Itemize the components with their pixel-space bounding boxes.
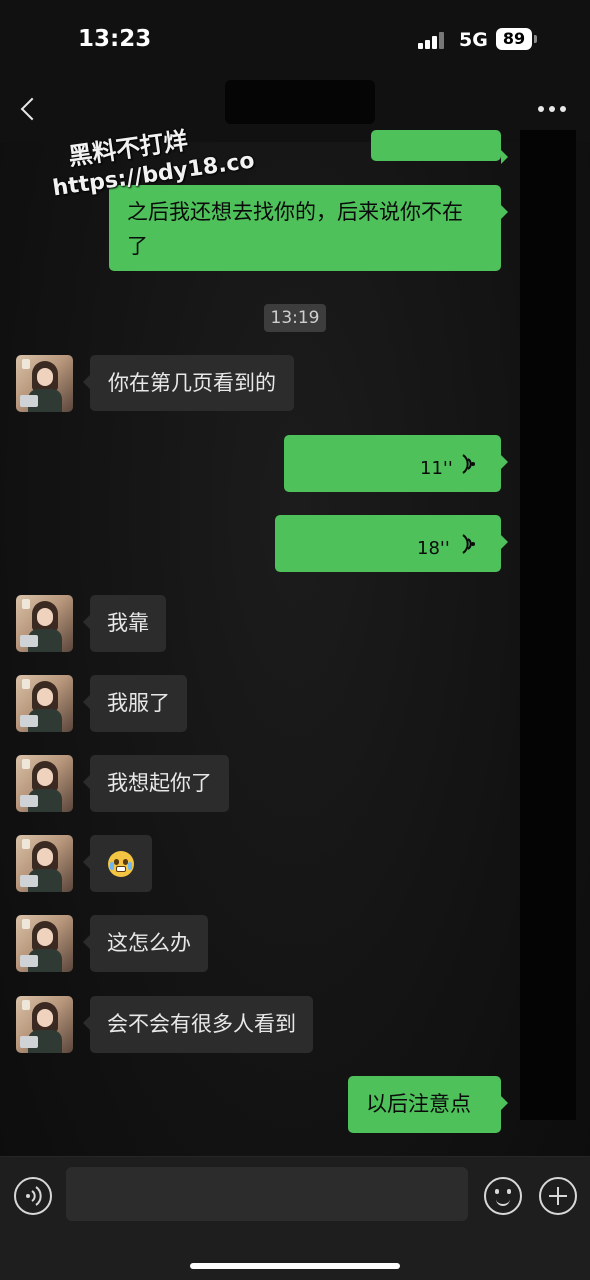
message-bubble-received[interactable]: 会不会有很多人看到 bbox=[83, 996, 313, 1053]
voice-duration: 18'' bbox=[417, 538, 450, 559]
voice-duration: 11'' bbox=[420, 458, 453, 479]
network-type: 5G bbox=[459, 29, 488, 51]
message-bubble-received[interactable]: 你在第几页看到的 bbox=[83, 355, 294, 411]
more-icon[interactable] bbox=[538, 106, 568, 114]
voice-message-bubble[interactable]: 11'' bbox=[284, 435, 508, 492]
redaction-strip bbox=[520, 130, 576, 1120]
home-indicator bbox=[190, 1263, 400, 1269]
avatar[interactable] bbox=[16, 996, 73, 1053]
status-time: 13:23 bbox=[78, 26, 152, 52]
avatar[interactable] bbox=[16, 755, 73, 812]
avatar[interactable] bbox=[16, 835, 73, 892]
message-text: 你在第几页看到的 bbox=[108, 371, 276, 395]
message-bubble-received[interactable]: 这怎么办 bbox=[83, 915, 208, 972]
signal-icon bbox=[418, 31, 448, 49]
battery-tip bbox=[534, 35, 537, 43]
message-text: 会不会有很多人看到 bbox=[107, 1012, 296, 1036]
message-bubble-sent[interactable]: 之后我还想去找你的，后来说你不在了 bbox=[109, 185, 508, 271]
voice-wave-icon bbox=[462, 534, 475, 554]
back-icon[interactable] bbox=[20, 97, 44, 121]
message-text: 我服了 bbox=[107, 691, 170, 715]
nav-bar bbox=[0, 80, 590, 142]
status-bar: 13:23 5G 89 bbox=[0, 0, 590, 80]
message-bubble-received[interactable]: 我靠 bbox=[83, 595, 166, 652]
voice-wave-icon bbox=[26, 1186, 42, 1206]
message-bubble-partial[interactable] bbox=[371, 130, 508, 164]
voice-wave-icon bbox=[462, 454, 475, 474]
avatar[interactable] bbox=[16, 915, 73, 972]
avatar[interactable] bbox=[16, 355, 73, 412]
message-bubble-sent[interactable]: 以后注意点 bbox=[348, 1076, 508, 1133]
voice-input-icon[interactable] bbox=[14, 1177, 52, 1215]
message-text: 我靠 bbox=[107, 611, 149, 635]
message-text: 之后我还想去找你的，后来说你不在了 bbox=[127, 200, 463, 258]
chat-screen: 13:23 5G 89 黑料不打烊 https://bdy18.co 之后我还想… bbox=[0, 0, 590, 1280]
add-icon[interactable] bbox=[539, 1177, 577, 1215]
message-bubble-received[interactable]: 我服了 bbox=[83, 675, 187, 732]
voice-message-bubble[interactable]: 18'' bbox=[275, 515, 508, 572]
avatar[interactable] bbox=[16, 675, 73, 732]
message-bubble-received[interactable]: 我想起你了 bbox=[83, 755, 229, 812]
worried-face-emoji bbox=[108, 851, 134, 877]
emoji-icon[interactable] bbox=[484, 1177, 522, 1215]
timestamp-chip: 13:19 bbox=[264, 304, 326, 332]
message-text: 这怎么办 bbox=[107, 931, 191, 955]
message-text: 以后注意点 bbox=[366, 1092, 471, 1116]
input-bar bbox=[0, 1156, 590, 1280]
message-input[interactable] bbox=[66, 1167, 468, 1221]
avatar[interactable] bbox=[16, 595, 73, 652]
battery-icon: 89 bbox=[496, 28, 532, 50]
message-text: 我想起你了 bbox=[107, 771, 212, 795]
